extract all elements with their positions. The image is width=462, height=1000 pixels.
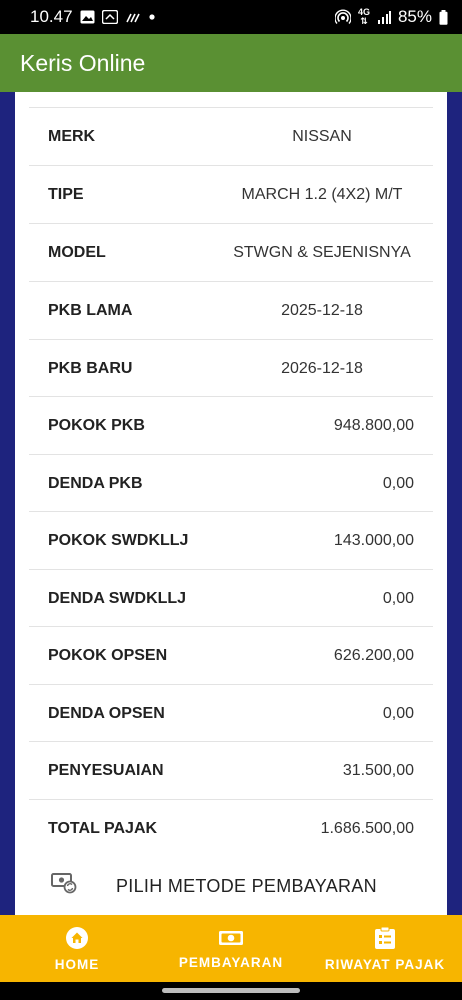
status-time: 10.47 xyxy=(30,7,73,26)
battery-icon xyxy=(439,9,448,25)
detail-label: MODEL xyxy=(48,243,106,261)
signal-strength-icon xyxy=(377,10,391,24)
detail-label: DENDA PKB xyxy=(48,474,143,492)
app-bar: Keris Online xyxy=(0,34,462,92)
detail-label: POKOK PKB xyxy=(48,416,145,434)
detail-value: 31.500,00 xyxy=(342,761,414,779)
detail-value: 0,00 xyxy=(382,474,414,492)
network-4g-icon: 4G ⇅ xyxy=(357,7,370,26)
detail-row-pkb-lama: PKB LAMA 2025-12-18 xyxy=(29,281,433,339)
detail-value: 143.000,00 xyxy=(333,531,414,549)
detail-label: TOTAL PAJAK xyxy=(48,819,158,837)
system-gesture-area xyxy=(0,982,462,1000)
detail-value: NISSAN xyxy=(292,127,352,145)
detail-row-denda-swdkllj: DENDA SWDKLLJ 0,00 xyxy=(29,569,433,627)
detail-row-penyesuaian: PENYESUAIAN 31.500,00 xyxy=(29,741,433,799)
status-bar: 10.47 4G ⇅ 85% xyxy=(0,0,462,34)
nav-home-label: HOME xyxy=(54,956,100,972)
detail-label: MERK xyxy=(48,127,96,145)
detail-label: DENDA OPSEN xyxy=(48,704,165,722)
battery-percent: 85% xyxy=(397,7,432,26)
detail-value: 2025-12-18 xyxy=(281,301,363,319)
hotspot-icon xyxy=(334,9,351,25)
choose-payment-method-label: PILIH METODE PEMBAYARAN xyxy=(116,875,377,896)
more-notifications-icon xyxy=(148,13,156,21)
detail-label: DENDA SWDKLLJ xyxy=(48,589,187,607)
status-right: 4G ⇅ 85% xyxy=(334,7,448,27)
detail-label: PKB BARU xyxy=(48,359,133,377)
detail-label: PKB LAMA xyxy=(48,301,133,319)
detail-row-total-pajak: TOTAL PAJAK 1.686.500,00 xyxy=(29,799,433,857)
detail-value: 0,00 xyxy=(382,589,414,607)
nav-pembayaran[interactable]: PEMBAYARAN xyxy=(154,915,308,982)
detail-row-tipe: TIPE MARCH 1.2 (4X2) M/T xyxy=(29,165,433,223)
bottom-navigation: HOME PEMBAYARAN RIWAYAT PAJAK xyxy=(0,915,462,982)
detail-row xyxy=(29,92,433,107)
status-left: 10.47 xyxy=(30,7,156,27)
detail-label: PENYESUAIAN xyxy=(48,761,164,779)
detail-row-merk: MERK NISSAN xyxy=(29,107,433,165)
detail-row-denda-opsen: DENDA OPSEN 0,00 xyxy=(29,684,433,742)
detail-value: MARCH 1.2 (4X2) M/T xyxy=(241,185,403,203)
detail-value: 626.200,00 xyxy=(333,646,414,664)
detail-row-pokok-opsen: POKOK OPSEN 626.200,00 xyxy=(29,626,433,684)
clipboard-icon xyxy=(374,926,396,953)
money-icon xyxy=(218,928,244,951)
gesture-handle[interactable] xyxy=(162,988,300,993)
nav-riwayat-pajak-label: RIWAYAT PAJAK xyxy=(324,956,446,972)
detail-row-pkb-baru: PKB BARU 2026-12-18 xyxy=(29,339,433,397)
gallery-notification-icon xyxy=(80,10,95,24)
app-title: Keris Online xyxy=(20,49,146,76)
detail-row-denda-pkb: DENDA PKB 0,00 xyxy=(29,454,433,512)
detail-value: 2026-12-18 xyxy=(281,359,363,377)
detail-row-pokok-swdkllj: POKOK SWDKLLJ 143.000,00 xyxy=(29,511,433,569)
detail-row-pokok-pkb: POKOK PKB 948.800,00 xyxy=(29,396,433,454)
vehicle-tax-details[interactable]: MERK NISSAN TIPE MARCH 1.2 (4X2) M/T MOD… xyxy=(15,92,447,915)
choose-payment-method-button[interactable]: PILIH METODE PEMBAYARAN xyxy=(15,856,447,915)
detail-value: 0,00 xyxy=(382,704,414,722)
nav-riwayat-pajak[interactable]: RIWAYAT PAJAK xyxy=(308,915,462,982)
rain-notification-icon xyxy=(125,10,141,24)
detail-value: 948.800,00 xyxy=(333,416,414,434)
payment-exchange-icon xyxy=(51,872,77,899)
detail-value: 1.686.500,00 xyxy=(320,819,414,837)
app-notification-icon xyxy=(101,10,118,24)
nav-pembayaran-label: PEMBAYARAN xyxy=(178,954,284,970)
nav-home[interactable]: HOME xyxy=(0,915,154,982)
detail-row-model: MODEL STWGN & SEJENISNYA xyxy=(29,223,433,281)
detail-label: POKOK SWDKLLJ xyxy=(48,531,189,549)
home-icon xyxy=(65,926,89,953)
detail-label: TIPE xyxy=(48,185,84,203)
detail-label: POKOK OPSEN xyxy=(48,646,168,664)
detail-value: STWGN & SEJENISNYA xyxy=(233,243,411,261)
